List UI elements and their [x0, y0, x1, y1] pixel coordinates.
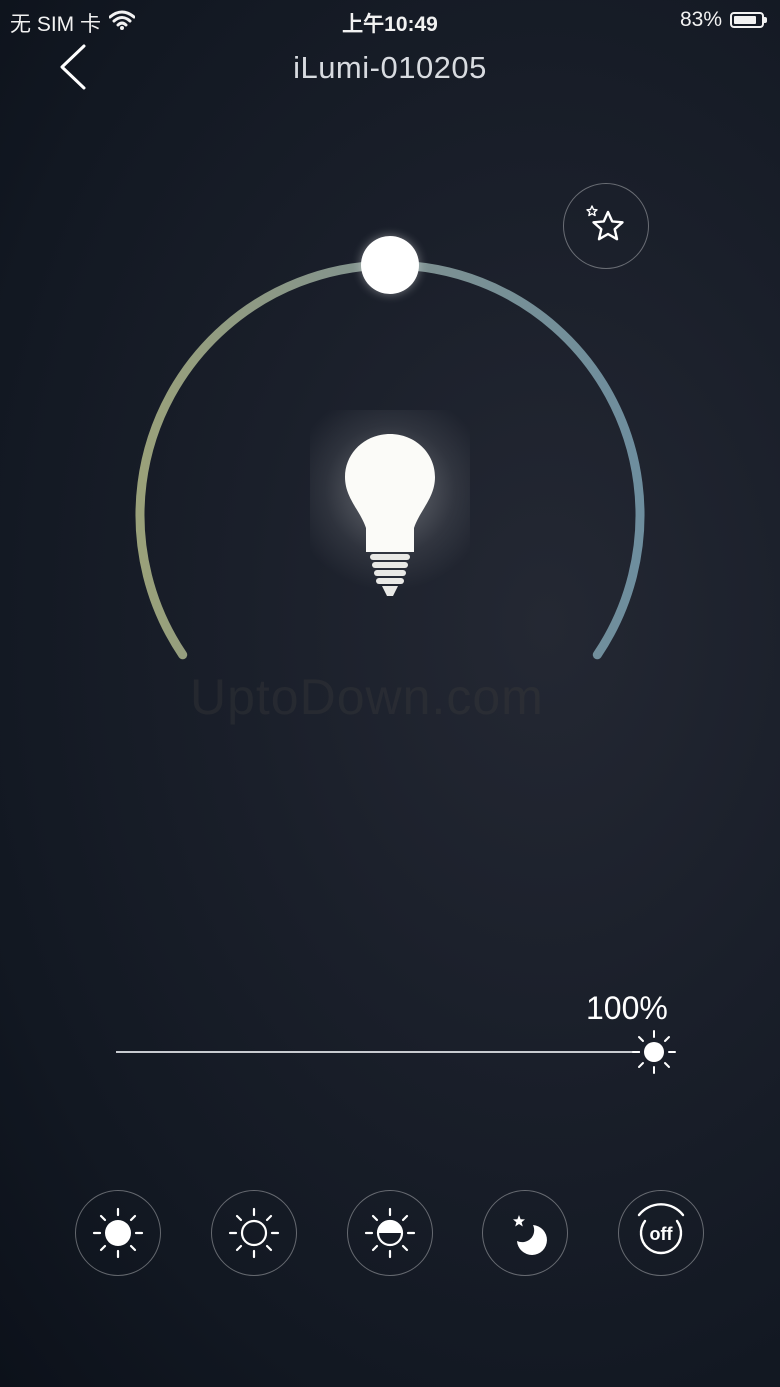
off-icon: off: [637, 1203, 685, 1255]
sun-outline-icon: [228, 1207, 280, 1259]
battery-icon: [730, 12, 767, 28]
mode-buttons: off: [0, 1190, 780, 1276]
battery-fill: [734, 16, 756, 24]
slider-track: [116, 1051, 640, 1053]
battery-percent: 83%: [679, 8, 722, 31]
brightness-sun-icon[interactable]: [632, 1030, 676, 1074]
mode-soft-button[interactable]: [211, 1190, 297, 1276]
dial-knob[interactable]: [361, 236, 419, 294]
page-title: iLumi-010205: [293, 50, 487, 85]
mode-bright-button[interactable]: [75, 1190, 161, 1276]
star-icon: [586, 205, 624, 241]
status-right: 83%: [679, 8, 767, 32]
brightness-value: 100%: [586, 990, 668, 1026]
status-bar: 无 SIM 卡 上午10:49 83%: [0, 0, 780, 40]
mode-night-button[interactable]: [482, 1190, 568, 1276]
nav-bar: iLumi-010205: [0, 40, 780, 96]
mode-off-button[interactable]: off: [618, 1190, 704, 1276]
sun-half-icon: [364, 1207, 416, 1259]
light-bulb: [310, 410, 470, 610]
mode-dim-button[interactable]: [347, 1190, 433, 1276]
brightness-slider[interactable]: [116, 1030, 676, 1074]
status-time: 上午10:49: [342, 13, 438, 36]
bulb-icon: [345, 434, 435, 596]
watermark: UptoDown.com: [190, 669, 544, 725]
off-label: off: [650, 1224, 674, 1244]
moon-star-icon: [513, 1215, 547, 1255]
sun-filled-icon: [92, 1207, 144, 1259]
